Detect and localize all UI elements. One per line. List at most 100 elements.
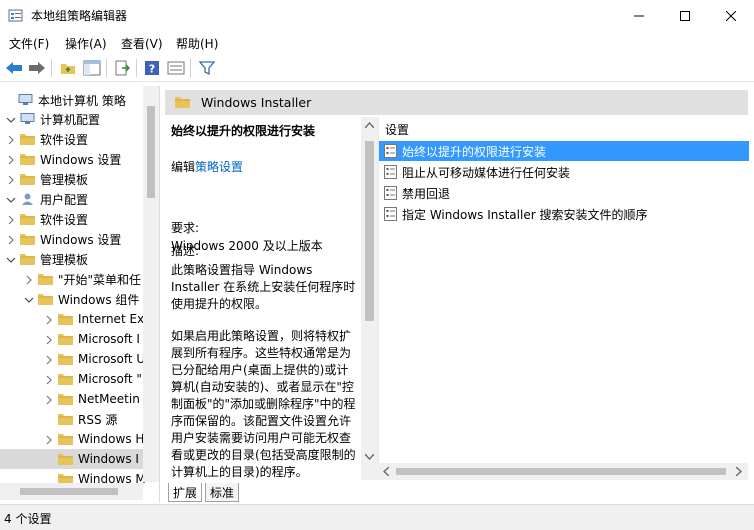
close-button[interactable] (708, 0, 754, 31)
tree-item[interactable]: 计算机配置 (0, 109, 159, 129)
chevron-right-icon[interactable] (6, 234, 16, 245)
tree-item[interactable]: Windows I (0, 449, 159, 469)
tree-item[interactable]: Windows 设置 (0, 149, 159, 169)
title-bar: 本地组策略编辑器 (0, 0, 754, 31)
tree-item[interactable]: 软件设置 (0, 129, 159, 149)
chevron-right-icon[interactable] (44, 314, 54, 325)
gpedit-app-icon (8, 8, 24, 24)
status-text: 4 个设置 (4, 512, 52, 526)
tree-item-label: Windows 组件 (58, 292, 140, 307)
folder-icon (20, 173, 35, 185)
folder-icon (58, 373, 73, 385)
settings-column-header[interactable]: 设置 (385, 121, 409, 138)
up-folder-icon[interactable] (58, 58, 78, 78)
properties-icon[interactable] (166, 58, 186, 78)
tree-horizontal-scrollbar[interactable] (0, 483, 143, 500)
menu-bar: 文件(F) 操作(A) 查看(V) 帮助(H) (0, 31, 754, 54)
folder-icon (20, 233, 35, 245)
computer-icon (18, 94, 33, 106)
chevron-down-icon[interactable] (6, 114, 16, 124)
settings-list-row[interactable]: 始终以提升的权限进行安装 (379, 141, 749, 161)
back-arrow-icon[interactable] (4, 58, 24, 78)
edit-policy-link[interactable]: 策略设置 (195, 160, 243, 174)
folder-icon (38, 293, 53, 305)
forward-arrow-icon[interactable] (27, 58, 47, 78)
tree-item-label: Windows 设置 (40, 232, 122, 247)
tree-item-label: 本地计算机 策略 (38, 93, 126, 108)
tree-pane: 本地计算机 策略 计算机配置 软件设置 Windows 设置 管理模板 用户配置 软件设置 W… (0, 86, 160, 503)
minimize-button[interactable] (616, 0, 662, 31)
chevron-right-icon[interactable] (44, 334, 54, 345)
folder-icon (58, 413, 73, 425)
description-scrollbar[interactable] (361, 117, 378, 480)
edit-policy-line: 编辑策略设置 (171, 159, 359, 176)
folder-icon (58, 453, 73, 465)
folder-icon (20, 133, 35, 145)
menu-action[interactable]: 操作(A) (65, 35, 107, 52)
tree-item[interactable]: 软件设置 (0, 209, 159, 229)
chevron-down-icon[interactable] (6, 254, 16, 264)
chevron-right-icon[interactable] (24, 274, 34, 285)
policy-setting-icon (384, 165, 397, 179)
tree-item[interactable]: Microsoft " (0, 369, 159, 389)
settings-list-row[interactable]: 阻止从可移动媒体进行任何安装 (379, 162, 749, 182)
chevron-right-icon[interactable] (44, 354, 54, 365)
tree-item[interactable]: NetMeetin (0, 389, 159, 409)
tree-item[interactable]: Windows 组件 (0, 289, 159, 309)
folder-icon (58, 353, 73, 365)
settings-list-row[interactable]: 指定 Windows Installer 搜索安装文件的顺序 (379, 204, 749, 224)
tree-item[interactable]: Windows H (0, 429, 159, 449)
chevron-right-icon[interactable] (6, 154, 16, 165)
tree-item[interactable]: Microsoft I (0, 329, 159, 349)
menu-help[interactable]: 帮助(H) (176, 35, 218, 52)
filter-icon[interactable] (197, 58, 217, 78)
view-tabs: 扩展 标准 (165, 483, 375, 503)
tree-item[interactable]: Internet Ex (0, 309, 159, 329)
policy-setting-icon (384, 207, 397, 221)
tree-item[interactable]: RSS 源 (0, 409, 159, 429)
maximize-button[interactable] (662, 0, 708, 31)
chevron-down-icon[interactable] (24, 294, 34, 304)
tree-item-label: Microsoft U (78, 352, 146, 366)
settings-list-row[interactable]: 禁用回退 (379, 183, 749, 203)
chevron-right-icon[interactable] (6, 134, 16, 145)
list-horizontal-scrollbar[interactable] (378, 463, 748, 480)
tree-item-label: 用户配置 (40, 192, 89, 207)
toolbar: ? (0, 54, 754, 82)
policy-title: 始终以提升的权限进行安装 (171, 124, 316, 138)
tab-extended[interactable]: 扩展 (168, 483, 203, 502)
chevron-right-icon[interactable] (44, 434, 54, 445)
tab-standard[interactable]: 标准 (205, 483, 240, 502)
tree-item[interactable]: Windows 设置 (0, 229, 159, 249)
chevron-right-icon[interactable] (6, 214, 16, 225)
folder-icon (58, 313, 73, 325)
tree-item[interactable]: 管理模板 (0, 249, 159, 269)
menu-file[interactable]: 文件(F) (9, 35, 49, 52)
export-list-icon[interactable] (112, 58, 132, 78)
settings-list: 设置 始终以提升的权限进行安装 阻止从可移动媒体进行任何安装禁用回退指定 Wind… (378, 117, 749, 463)
tree-item[interactable]: 管理模板 (0, 169, 159, 189)
chevron-down-icon[interactable] (6, 194, 16, 204)
tree-vertical-scrollbar[interactable] (143, 86, 159, 482)
description-panel: 始终以提升的权限进行安装 编辑策略设置 要求: Windows 2000 及以上… (167, 117, 359, 480)
chevron-right-icon[interactable] (44, 394, 54, 405)
chevron-right-icon[interactable] (44, 374, 54, 385)
requirements-label: 要求: (171, 221, 200, 235)
tree-item[interactable]: Microsoft U (0, 349, 159, 369)
tree-item[interactable]: "开始"菜单和任 (0, 269, 159, 289)
show-hide-tree-icon[interactable] (82, 58, 102, 78)
help-icon[interactable]: ? (142, 58, 162, 78)
policy-setting-icon (384, 144, 397, 158)
tree-item[interactable]: 本地计算机 策略 (0, 90, 159, 110)
right-pane-title: Windows Installer (201, 95, 312, 110)
menu-view[interactable]: 查看(V) (121, 35, 163, 52)
chevron-right-icon[interactable] (6, 174, 16, 185)
tree-item[interactable]: 用户配置 (0, 189, 159, 209)
tree-item-label: 软件设置 (40, 212, 89, 227)
settings-list-label: 禁用回退 (402, 186, 451, 201)
folder-icon (38, 273, 53, 285)
folder-icon (20, 253, 35, 265)
tree-item-label: 管理模板 (40, 172, 89, 187)
tree-item-label: Microsoft I (78, 332, 140, 346)
